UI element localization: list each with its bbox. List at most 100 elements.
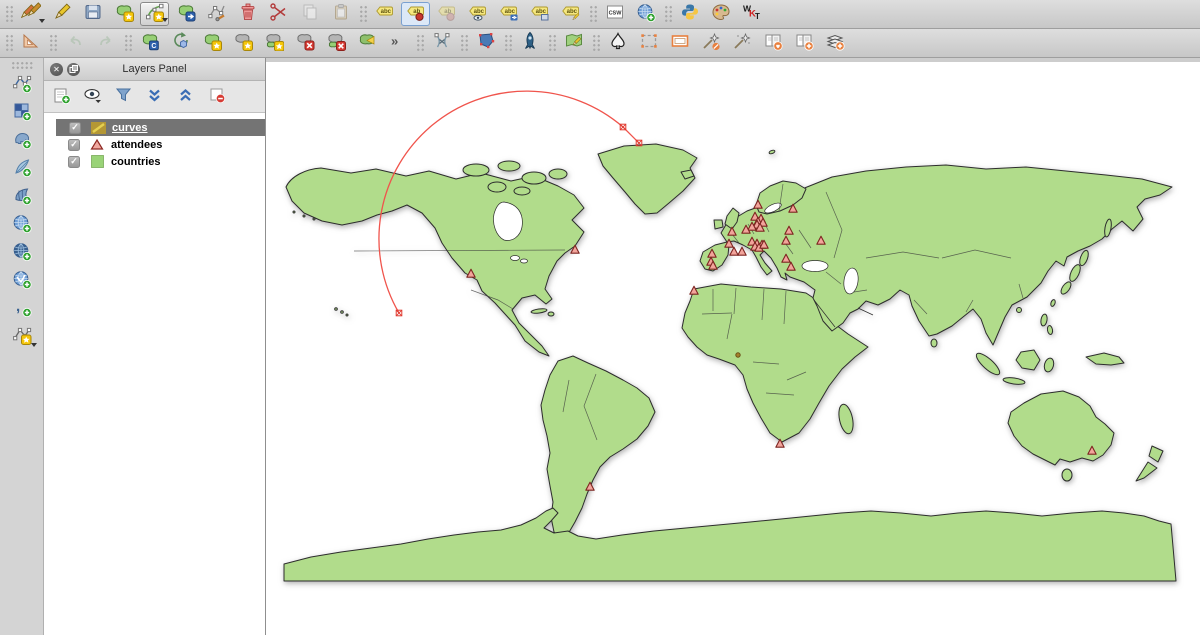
blob-star-icon — [202, 31, 222, 56]
favorite-layouts-button[interactable] — [758, 31, 787, 55]
new-layout-button[interactable] — [789, 31, 818, 55]
add-spatialite-layer-button[interactable] — [6, 155, 38, 183]
save-layer-edits-button[interactable] — [78, 2, 107, 26]
bookmark-tool-button[interactable] — [603, 31, 632, 55]
copy-icon — [300, 2, 320, 27]
tag-icon: abc — [375, 2, 395, 27]
toolbar-separator — [123, 33, 132, 53]
add-ring-button[interactable] — [228, 31, 257, 55]
add-part-button[interactable] — [259, 31, 288, 55]
add-postgis-layer-button[interactable] — [6, 127, 38, 155]
paste-wkt-button[interactable]: WKT — [737, 2, 766, 26]
layers-panel: ✕ Layers Panel ✓curves✓attendees✓countri… — [44, 58, 266, 635]
collapse-all-button[interactable] — [174, 84, 198, 106]
layer-visibility-checkbox[interactable]: ✓ — [69, 122, 81, 134]
rotate-label-button[interactable]: abc — [525, 2, 554, 26]
add-wcs-layer-button[interactable] — [6, 239, 38, 267]
redo-icon — [96, 31, 116, 56]
more-tools-button[interactable]: » — [383, 31, 412, 55]
remove-layer-button[interactable] — [205, 84, 229, 106]
layer-row-attendees[interactable]: ✓attendees — [44, 136, 265, 153]
wms-plus-icon — [12, 213, 32, 238]
node-tool-button[interactable] — [202, 2, 231, 26]
add-wfs-layer-button[interactable] — [6, 267, 38, 295]
toolbar-separator — [459, 33, 468, 53]
pin-unpin-labels-button[interactable]: ab — [401, 2, 430, 26]
new-scratch-layer-button[interactable] — [6, 323, 38, 351]
chevrons-icon: » — [388, 31, 408, 56]
panel-float-button[interactable] — [67, 63, 80, 76]
undo-button[interactable] — [60, 31, 89, 55]
delete-part-button[interactable] — [321, 31, 350, 55]
dropdown-caret-icon — [39, 19, 45, 23]
redo-button[interactable] — [91, 31, 120, 55]
layer-visibility-checkbox[interactable]: ✓ — [68, 139, 80, 151]
attendee-marker — [730, 247, 738, 255]
filter-legend-button[interactable] — [112, 84, 136, 106]
expand-all-button[interactable] — [143, 84, 167, 106]
simplify-feature-button[interactable] — [197, 31, 226, 55]
highlight-pinned-labels-button[interactable]: ab — [432, 2, 461, 26]
toolbar-drag-handle[interactable] — [11, 61, 33, 69]
add-raster-layer-button[interactable] — [6, 99, 38, 127]
merge-features-button[interactable] — [471, 31, 500, 55]
tag-pencil-icon: abc — [561, 2, 581, 27]
rotate-feature-button[interactable] — [166, 31, 195, 55]
toggle-editing-button[interactable] — [47, 2, 76, 26]
add-group-button[interactable] — [50, 84, 74, 106]
magic-wand-remove-button[interactable] — [696, 31, 725, 55]
plugin-rocket-button[interactable] — [515, 31, 544, 55]
layer-visibility-checkbox[interactable]: ✓ — [68, 156, 80, 168]
copy-features-button[interactable] — [295, 2, 324, 26]
python-console-button[interactable] — [675, 2, 704, 26]
add-feature-button[interactable] — [109, 2, 138, 26]
trash-icon — [238, 2, 258, 27]
layer-row-curves[interactable]: ✓curves — [56, 119, 265, 136]
svg-text:»: » — [391, 33, 398, 48]
paste-features-button[interactable] — [326, 2, 355, 26]
move-label-button[interactable]: abc — [494, 2, 523, 26]
map-canvas[interactable] — [266, 58, 1200, 635]
map-frame-button[interactable] — [665, 31, 694, 55]
add-circular-string-button[interactable] — [140, 2, 169, 26]
panel-close-button[interactable]: ✕ — [50, 63, 63, 76]
scissors-icon — [269, 2, 289, 27]
csw-metasearch-button[interactable]: CSW — [600, 2, 629, 26]
add-vector-layer-button[interactable] — [6, 71, 38, 99]
svg-text:abc: abc — [566, 9, 577, 15]
wcs-plus-icon — [12, 241, 32, 266]
digitizing-toolbar: abcabababcabcabcabcCSWWKT — [0, 0, 1200, 29]
postgis-plus-icon — [12, 129, 32, 154]
add-delimited-text-layer-button[interactable]: , — [6, 295, 38, 323]
cad-tools-button[interactable] — [16, 31, 45, 55]
split-features-button[interactable] — [427, 31, 456, 55]
manage-layer-visibility-button[interactable] — [81, 84, 105, 106]
blob-corner-icon — [357, 31, 377, 56]
show-hide-labels-button[interactable]: abc — [463, 2, 492, 26]
add-layer-stack-button[interactable] — [820, 31, 849, 55]
reshape-features-button[interactable] — [352, 31, 381, 55]
current-edits-button[interactable] — [16, 2, 45, 26]
layer-labeling-button[interactable]: abc — [370, 2, 399, 26]
tag-pin-gray-icon: ab — [437, 2, 457, 27]
countries-layer — [284, 144, 1176, 581]
copy-move-feature-button[interactable]: C — [135, 31, 164, 55]
add-mssql-layer-button[interactable] — [6, 183, 38, 211]
change-label-button[interactable]: abc — [556, 2, 585, 26]
cut-features-button[interactable] — [264, 2, 293, 26]
delete-ring-button[interactable] — [290, 31, 319, 55]
magic-wand-button[interactable] — [727, 31, 756, 55]
pages-plus-icon — [794, 31, 814, 56]
map-pencil-icon — [564, 31, 584, 56]
add-wms-layer-button[interactable] — [6, 211, 38, 239]
style-manager-button[interactable] — [706, 2, 735, 26]
rocket-icon — [520, 31, 540, 56]
selection-rectangle-button[interactable] — [634, 31, 663, 55]
save-icon — [83, 2, 103, 27]
delete-selected-button[interactable] — [233, 2, 262, 26]
layer-row-countries[interactable]: ✓countries — [44, 153, 265, 170]
antarctica — [284, 508, 1176, 581]
add-web-service-button[interactable] — [631, 2, 660, 26]
move-feature-button[interactable] — [171, 2, 200, 26]
edit-map-button[interactable] — [559, 31, 588, 55]
